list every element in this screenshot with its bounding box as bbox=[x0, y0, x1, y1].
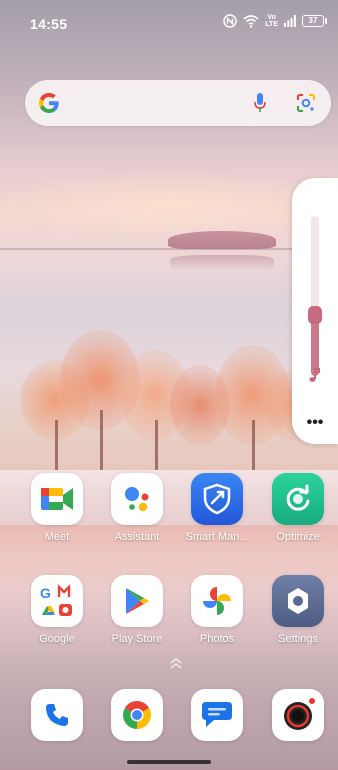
photos-icon bbox=[191, 575, 243, 627]
wallpaper-island-reflection bbox=[170, 255, 274, 271]
app-label: Photos bbox=[199, 633, 235, 645]
app-google-folder[interactable]: G Google bbox=[17, 575, 97, 645]
meet-icon bbox=[31, 473, 83, 525]
tree-trunk bbox=[100, 410, 103, 470]
messages-icon bbox=[191, 689, 243, 741]
app-label: Assistant bbox=[114, 531, 160, 543]
music-note-icon[interactable] bbox=[306, 366, 324, 384]
wallpaper-trees bbox=[0, 330, 338, 480]
app-meet[interactable]: Meet bbox=[17, 473, 97, 543]
wallpaper-horizon bbox=[0, 248, 338, 250]
google-search-bar[interactable] bbox=[25, 80, 331, 126]
app-label: Google bbox=[39, 633, 75, 645]
wallpaper-sky-glow bbox=[0, 170, 338, 240]
status-bar: 14:55 Vo LTE 37 bbox=[0, 0, 338, 46]
app-assistant[interactable]: Assistant bbox=[97, 473, 177, 543]
app-label: Optimize bbox=[276, 531, 320, 543]
app-settings[interactable]: Settings bbox=[258, 575, 338, 645]
app-optimize[interactable]: Optimize bbox=[258, 473, 338, 543]
app-label: Smart Man... bbox=[185, 531, 249, 543]
app-play-store[interactable]: Play Store bbox=[97, 575, 177, 645]
camera-icon bbox=[272, 689, 324, 741]
microphone-icon[interactable] bbox=[253, 91, 267, 115]
volume-panel: ••• bbox=[292, 178, 338, 444]
volume-slider[interactable] bbox=[308, 216, 322, 376]
play-store-icon bbox=[111, 575, 163, 627]
app-photos[interactable]: Photos bbox=[177, 575, 257, 645]
battery-indicator: 37 bbox=[302, 15, 327, 27]
dock-camera[interactable] bbox=[258, 689, 338, 741]
volte-bottom-text: LTE bbox=[265, 21, 278, 28]
google-lens-icon[interactable] bbox=[295, 92, 317, 114]
app-smart-manager[interactable]: Smart Man... bbox=[177, 473, 257, 543]
optimize-icon bbox=[272, 473, 324, 525]
volume-more-button[interactable]: ••• bbox=[292, 414, 338, 432]
wallpaper-island bbox=[168, 231, 276, 249]
tree-trunk bbox=[155, 420, 158, 470]
google-folder-icon: G bbox=[31, 575, 83, 627]
app-label: Settings bbox=[278, 633, 318, 645]
nfc-icon bbox=[223, 14, 238, 28]
settings-icon bbox=[272, 575, 324, 627]
gesture-navigation-bar[interactable] bbox=[127, 760, 211, 764]
assistant-icon bbox=[111, 473, 163, 525]
phone-icon bbox=[31, 689, 83, 741]
app-drawer-chevron-icon[interactable] bbox=[169, 656, 183, 670]
status-icons: Vo LTE 37 bbox=[223, 14, 327, 28]
volume-slider-handle[interactable] bbox=[308, 306, 322, 324]
clock: 14:55 bbox=[30, 16, 68, 32]
volte-top-text: Vo bbox=[267, 14, 276, 21]
chrome-icon bbox=[111, 689, 163, 741]
dock-messages[interactable] bbox=[177, 689, 257, 741]
dock-phone[interactable] bbox=[17, 689, 97, 741]
volte-indicator: Vo LTE bbox=[265, 14, 278, 28]
tree-trunk bbox=[55, 420, 58, 470]
app-label: Play Store bbox=[111, 633, 163, 645]
cell-signal-icon bbox=[284, 15, 296, 27]
tree-trunk bbox=[252, 420, 255, 470]
smart-manager-icon bbox=[191, 473, 243, 525]
google-g-icon bbox=[39, 93, 59, 113]
dock-chrome[interactable] bbox=[97, 689, 177, 741]
svg-text:G: G bbox=[40, 585, 51, 601]
app-label: Meet bbox=[44, 531, 70, 543]
wifi-icon bbox=[243, 15, 259, 28]
